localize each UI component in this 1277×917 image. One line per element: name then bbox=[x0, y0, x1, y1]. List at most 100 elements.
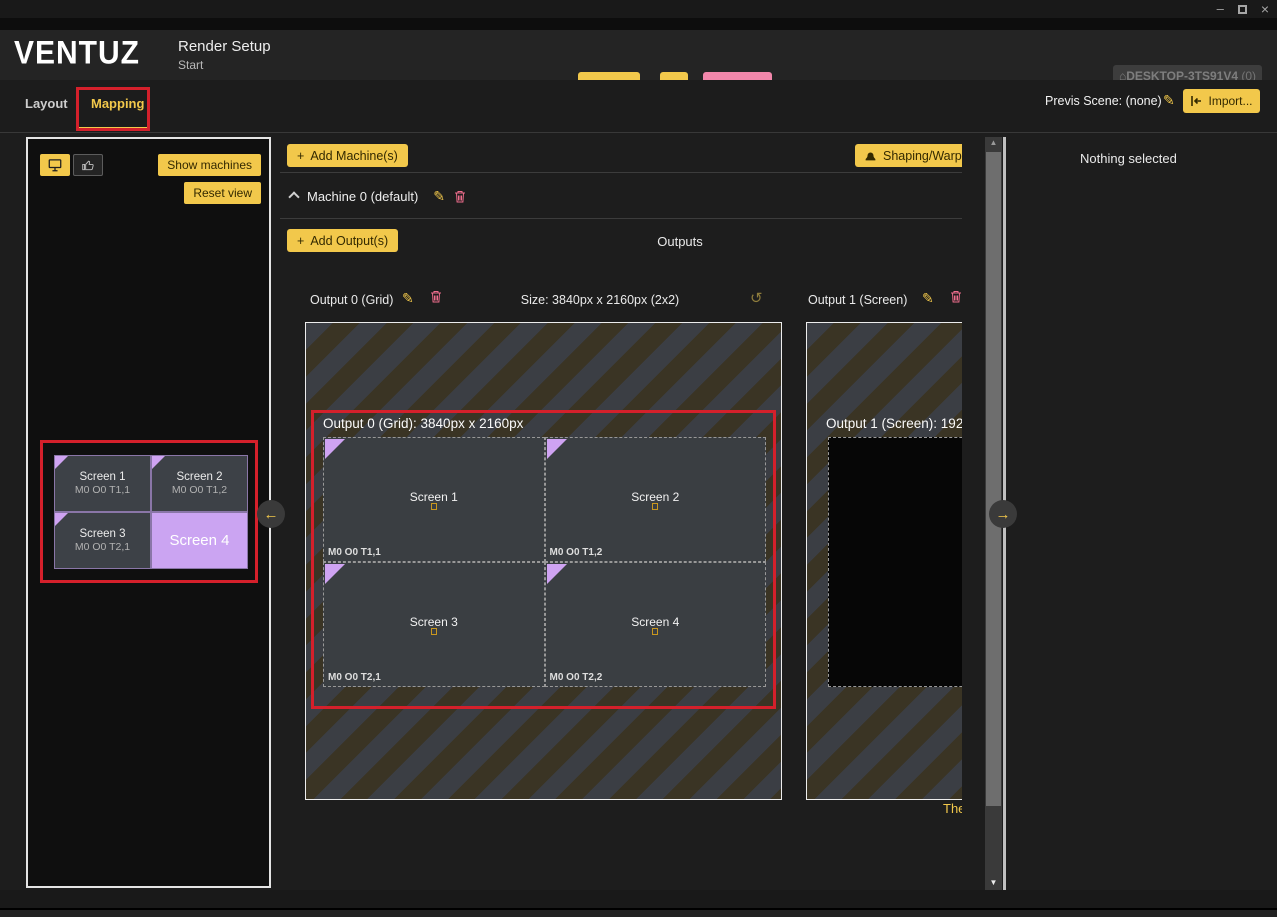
output-1-edit-pencil-icon[interactable]: ✎ bbox=[922, 290, 934, 307]
collapse-left-panel-button[interactable]: ← bbox=[257, 500, 285, 528]
tab-mapping[interactable]: Mapping bbox=[91, 96, 144, 111]
output-tile-2[interactable]: Screen 2 M0 O0 T1,2 bbox=[545, 437, 767, 562]
maximize-icon[interactable] bbox=[1238, 5, 1247, 14]
active-tab-underline bbox=[79, 127, 148, 130]
tile-corner-marker bbox=[325, 564, 345, 584]
collapse-right-panel-button[interactable]: → bbox=[989, 500, 1017, 528]
ventuz-logo: VENTUZ bbox=[14, 36, 140, 73]
tile-tag: M0 O0 T2,2 bbox=[550, 672, 603, 683]
outputs-heading: Outputs bbox=[280, 234, 962, 249]
screen-corner-marker bbox=[55, 456, 68, 469]
arrow-left-icon: ← bbox=[264, 506, 279, 523]
warp-bell-icon bbox=[864, 150, 877, 162]
import-arrow-icon bbox=[1190, 95, 1202, 107]
titlebar-divider bbox=[0, 18, 1277, 30]
bottom-bar bbox=[0, 890, 1277, 917]
screen-corner-marker bbox=[55, 513, 68, 526]
import-button[interactable]: Import... bbox=[1183, 89, 1260, 113]
screen-2-tile[interactable]: Screen 2 M0 O0 T1,2 bbox=[151, 455, 248, 512]
scrollbar-thumb[interactable] bbox=[986, 152, 1001, 806]
output-1-screen-rect[interactable] bbox=[828, 437, 962, 687]
screen-view-toggle[interactable] bbox=[40, 154, 70, 176]
screen-corner-marker bbox=[152, 456, 165, 469]
machine-header-row[interactable]: Machine 0 (default) ✎ bbox=[290, 188, 466, 205]
tab-layout[interactable]: Layout bbox=[25, 96, 68, 111]
output-0-canvas-label: Output 0 (Grid): 3840px x 2160px bbox=[323, 416, 523, 431]
previs-scene-label: Previs Scene: (none) bbox=[1045, 94, 1162, 108]
tile-name: Screen 2 bbox=[631, 490, 679, 504]
tile-name: Screen 4 bbox=[631, 615, 679, 629]
thumbs-up-icon bbox=[81, 158, 95, 172]
tab-bar: Layout Mapping Previs Scene: (none) ✎ Im… bbox=[0, 80, 1277, 133]
output-0-tile-grid: Screen 1 M0 O0 T1,1 Screen 2 M0 O0 T1,2 … bbox=[323, 437, 766, 687]
tile-marker-icon bbox=[431, 503, 437, 510]
tile-tag: M0 O0 T2,1 bbox=[328, 672, 381, 683]
screen-tag: M0 O0 T2,1 bbox=[75, 541, 130, 553]
output-1-canvas[interactable]: Output 1 (Screen): 1920 bbox=[806, 322, 962, 800]
output-0-canvas[interactable]: Output 0 (Grid): 3840px x 2160px Screen … bbox=[305, 322, 782, 800]
output-tile-1[interactable]: Screen 1 M0 O0 T1,1 bbox=[323, 437, 545, 562]
screen-3-tile[interactable]: Screen 3 M0 O0 T2,1 bbox=[54, 512, 151, 569]
reset-view-button[interactable]: Reset view bbox=[184, 182, 261, 204]
reset-view-label: Reset view bbox=[193, 186, 252, 200]
tile-marker-icon bbox=[652, 503, 658, 510]
machine-edit-pencil-icon[interactable]: ✎ bbox=[433, 188, 445, 205]
selection-empty-message: Nothing selected bbox=[1080, 151, 1177, 166]
output-0-delete-trash-icon[interactable] bbox=[430, 290, 442, 303]
screen-1-tile[interactable]: Screen 1 M0 O0 T1,1 bbox=[54, 455, 151, 512]
page-title-block: Render Setup Start bbox=[178, 38, 271, 72]
output-0-size-label: Size: 3840px x 2160px (2x2) bbox=[470, 293, 730, 307]
machine-header-label: Machine 0 (default) bbox=[307, 189, 418, 204]
tile-tag: M0 O0 T1,1 bbox=[328, 547, 381, 558]
tile-corner-marker bbox=[547, 564, 567, 584]
tile-marker-icon bbox=[652, 628, 658, 635]
screen-tag: M0 O0 T1,1 bbox=[75, 484, 130, 496]
output-tile-3[interactable]: Screen 3 M0 O0 T2,1 bbox=[323, 562, 545, 687]
close-window-icon[interactable]: × bbox=[1261, 1, 1269, 17]
add-machines-label: Add Machine(s) bbox=[310, 149, 398, 163]
show-machines-label: Show machines bbox=[167, 158, 252, 172]
output-tile-4[interactable]: Screen 4 M0 O0 T2,2 bbox=[545, 562, 767, 687]
arrow-right-icon: → bbox=[996, 506, 1011, 523]
app-header: VENTUZ Render Setup Start × Close ↺ ✓ Sa… bbox=[0, 30, 1277, 80]
tile-tag: M0 O0 T1,2 bbox=[550, 547, 603, 558]
chevron-up-icon[interactable] bbox=[288, 191, 299, 202]
import-button-label: Import... bbox=[1208, 94, 1252, 108]
divider bbox=[280, 218, 962, 219]
previs-edit-pencil-icon[interactable]: ✎ bbox=[1163, 92, 1175, 109]
tile-corner-marker bbox=[325, 439, 345, 459]
screen-4-tile-selected[interactable]: Screen 4 bbox=[151, 512, 248, 569]
output-1-delete-trash-icon[interactable] bbox=[950, 290, 962, 303]
screen-name: Screen 2 bbox=[176, 471, 222, 483]
output-1-canvas-label: Output 1 (Screen): 1920 bbox=[826, 416, 962, 431]
show-machines-button[interactable]: Show machines bbox=[158, 154, 261, 176]
minimize-icon[interactable]: – bbox=[1217, 4, 1224, 14]
output-0-title: Output 0 (Grid) bbox=[310, 293, 393, 307]
page-subtitle: Start bbox=[178, 58, 271, 72]
bottom-bar-inner bbox=[0, 908, 1277, 917]
tile-corner-marker bbox=[547, 439, 567, 459]
window-titlebar: – × bbox=[0, 0, 1277, 18]
approve-view-toggle[interactable] bbox=[73, 154, 103, 176]
tile-marker-icon bbox=[431, 628, 437, 635]
plus-icon: + bbox=[297, 149, 304, 163]
output-0-edit-pencil-icon[interactable]: ✎ bbox=[402, 290, 414, 307]
tile-name: Screen 1 bbox=[410, 490, 458, 504]
screen-name: Screen 4 bbox=[169, 532, 229, 549]
scroll-down-icon[interactable]: ▼ bbox=[985, 878, 1002, 887]
output-1-footer-note: The bbox=[943, 801, 962, 816]
shaping-warping-label: Shaping/Warping bbox=[883, 149, 962, 163]
screen-tag: M0 O0 T1,2 bbox=[172, 484, 227, 496]
shaping-warping-button[interactable]: Shaping/Warping bbox=[855, 144, 962, 167]
output-refresh-icon[interactable]: ↺ bbox=[750, 289, 763, 307]
divider bbox=[280, 172, 962, 173]
view-mode-toggle bbox=[40, 154, 103, 176]
page-title: Render Setup bbox=[178, 38, 271, 55]
output-1-title: Output 1 (Screen) bbox=[808, 293, 907, 307]
add-machines-button[interactable]: + Add Machine(s) bbox=[287, 144, 408, 167]
machine-delete-trash-icon[interactable] bbox=[454, 190, 466, 203]
previs-viewport-panel[interactable]: Show machines Reset view Screen 1 M0 O0 … bbox=[26, 137, 271, 888]
tile-name: Screen 3 bbox=[410, 615, 458, 629]
scroll-up-icon[interactable]: ▲ bbox=[985, 138, 1002, 147]
screen-name: Screen 3 bbox=[79, 528, 125, 540]
